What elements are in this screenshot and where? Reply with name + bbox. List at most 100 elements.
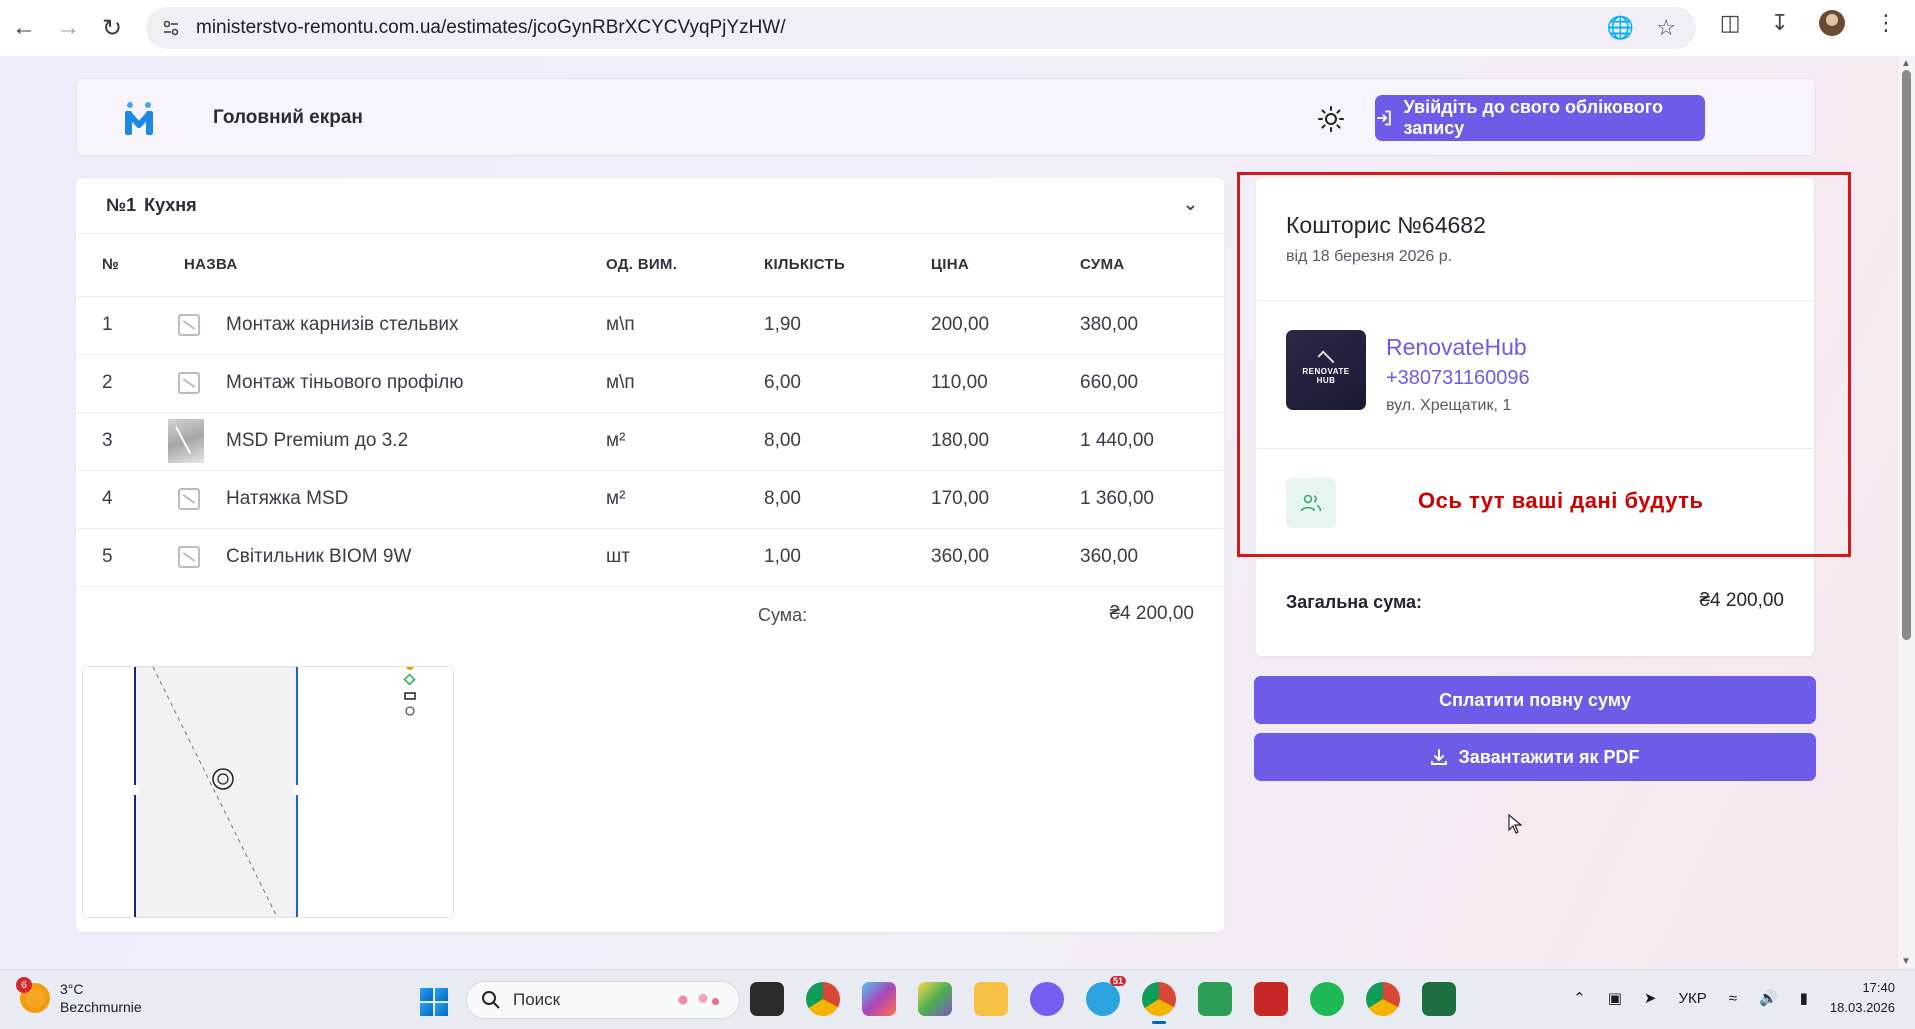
row-quantity: 8,00 [764, 470, 931, 529]
chevron-down-icon[interactable]: ⌄ [1183, 194, 1198, 215]
language-indicator[interactable]: УКР [1678, 990, 1706, 1007]
search-icon [482, 991, 500, 1009]
viber-icon[interactable] [1030, 982, 1064, 1016]
start-windows-icon[interactable] [420, 988, 448, 1016]
theme-toggle-sun-icon[interactable] [1317, 105, 1345, 133]
clock[interactable]: 17:40 18.03.2026 [1830, 978, 1895, 1018]
product-thumbnail[interactable] [168, 419, 204, 463]
chrome-second-profile-icon[interactable] [1366, 982, 1400, 1016]
image-placeholder-icon [178, 314, 200, 336]
image-placeholder-icon [178, 372, 200, 394]
table-row: 1 Монтаж карнизів стельвих м\п 1,90 200,… [76, 296, 1224, 355]
row-number: 3 [76, 412, 160, 471]
scroll-up-icon[interactable]: ▲ [1901, 58, 1911, 69]
site-settings-icon[interactable] [160, 17, 182, 39]
excel-icon[interactable] [1422, 982, 1456, 1016]
row-price: 170,00 [931, 470, 1080, 529]
row-number: 5 [76, 528, 160, 587]
task-view-icon[interactable] [750, 982, 784, 1016]
row-price: 360,00 [931, 528, 1080, 587]
wifi-icon[interactable]: ≈ [1729, 990, 1737, 1007]
url-text[interactable]: ministerstvo-remontu.com.ua/estimates/jc… [196, 17, 786, 39]
translate-icon[interactable]: 🌐 [1607, 15, 1634, 41]
image-placeholder-icon [178, 546, 200, 568]
taskbar-search[interactable]: Поиск [466, 981, 740, 1019]
bookmark-star-icon[interactable]: ☆ [1656, 15, 1676, 41]
download-icon[interactable]: ↧ [1771, 10, 1789, 36]
table-sum-row: Сума: ₴4 200,00 [76, 587, 1224, 645]
weather-widget[interactable]: 6 3°C Bezchmurnie [16, 977, 142, 1016]
row-name: Натяжка MSD [226, 470, 606, 529]
highlight-frame [1237, 172, 1851, 557]
menu-kebab-icon[interactable]: ⋮ [1875, 10, 1897, 36]
row-quantity: 1,90 [764, 296, 931, 355]
row-quantity: 8,00 [764, 412, 931, 471]
table-row: 4 Натяжка MSD м² 8,00 170,00 1 360,00 [76, 470, 1224, 529]
col-header-unit: ОД. ВИМ. [606, 234, 764, 297]
row-unit: шт [606, 528, 764, 587]
row-name: Світильник BIOM 9W [226, 528, 606, 587]
scrollbar-thumb[interactable] [1902, 70, 1911, 640]
extensions-icon[interactable]: ◫ [1720, 10, 1741, 36]
store-icon[interactable] [918, 982, 952, 1016]
file-explorer-icon[interactable] [974, 982, 1008, 1016]
page-scrollbar[interactable]: ▲ ▼ [1898, 56, 1915, 969]
row-number: 4 [76, 470, 160, 529]
divider [1256, 558, 1814, 559]
col-header-quantity: КІЛЬКІСТЬ [764, 234, 931, 297]
mouse-cursor-icon [1508, 814, 1522, 834]
chrome-profile-icon[interactable] [1142, 982, 1176, 1024]
tray-chevron-up-icon[interactable]: ⌃ [1573, 989, 1586, 1007]
pay-full-button[interactable]: Сплатити повну суму [1254, 676, 1816, 724]
login-button[interactable]: Увійдіть до свого облікового запису [1375, 95, 1705, 141]
browser-toolbar: ← → ↻ ministerstvo-remontu.com.ua/estima… [0, 0, 1915, 56]
table-row: 3 MSD Premium до 3.2 м² 8,00 180,00 1 44… [76, 412, 1224, 471]
app-k-icon[interactable] [1198, 982, 1232, 1016]
download-icon [1431, 749, 1448, 765]
weather-condition: Bezchmurnie [60, 999, 142, 1015]
site-logo-icon[interactable] [125, 101, 153, 135]
row-quantity: 6,00 [764, 354, 931, 413]
row-price: 110,00 [931, 354, 1080, 413]
home-link[interactable]: Головний екран [213, 107, 363, 129]
download-pdf-button[interactable]: Завантажити як PDF [1254, 733, 1816, 781]
tray-location-icon[interactable]: ➤ [1644, 989, 1657, 1007]
row-number: 2 [76, 354, 160, 413]
reload-icon[interactable]: ↻ [92, 8, 132, 48]
telegram-icon[interactable]: 51 [1086, 976, 1126, 1016]
ceiling-plan-drawing[interactable] [82, 666, 454, 918]
row-price: 180,00 [931, 412, 1080, 471]
address-bar[interactable]: ministerstvo-remontu.com.ua/estimates/jc… [146, 7, 1696, 49]
system-tray: ⌃ ▣ ➤ УКР ≈ 🔊 ▮ 17:40 18.03.2026 [1573, 978, 1895, 1018]
col-header-name: НАЗВА [160, 234, 606, 297]
row-unit: м\п [606, 354, 764, 413]
login-label: Увійдіть до свого облікового запису [1403, 97, 1663, 138]
row-unit: м² [606, 412, 764, 471]
back-icon[interactable]: ← [4, 8, 44, 48]
room-number: №1 [106, 195, 137, 215]
battery-icon[interactable]: ▮ [1800, 989, 1808, 1007]
site-header: Головний екран Увійдіть до свого обліков… [76, 78, 1816, 156]
row-number: 1 [76, 296, 160, 355]
volume-icon[interactable]: 🔊 [1759, 989, 1778, 1007]
tray-device-icon[interactable]: ▣ [1608, 989, 1622, 1007]
spotify-icon[interactable] [1310, 982, 1344, 1016]
row-name: Монтаж тіньового профілю [226, 354, 606, 413]
image-placeholder-icon [178, 488, 200, 510]
items-table: № НАЗВА ОД. ВИМ. КІЛЬКІСТЬ ЦІНА СУМА 1 М… [76, 234, 1224, 587]
scroll-down-icon[interactable]: ▼ [1901, 956, 1911, 967]
copilot-icon[interactable] [862, 982, 896, 1016]
row-sum: 380,00 [1080, 296, 1224, 355]
table-row: 5 Світильник BIOM 9W шт 1,00 360,00 360,… [76, 528, 1224, 587]
row-unit: м\п [606, 296, 764, 355]
sum-label: Сума: [758, 604, 808, 625]
room-header[interactable]: №1 Кухня ⌄ [76, 178, 1224, 234]
forward-icon[interactable]: → [48, 8, 88, 48]
chrome-icon[interactable] [806, 982, 840, 1016]
profile-avatar[interactable] [1819, 10, 1845, 36]
row-quantity: 1,00 [764, 528, 931, 587]
row-unit: м² [606, 470, 764, 529]
mcafee-icon[interactable] [1254, 982, 1288, 1016]
ceiling-plan-svg [131, 667, 416, 917]
row-sum: 360,00 [1080, 528, 1224, 587]
